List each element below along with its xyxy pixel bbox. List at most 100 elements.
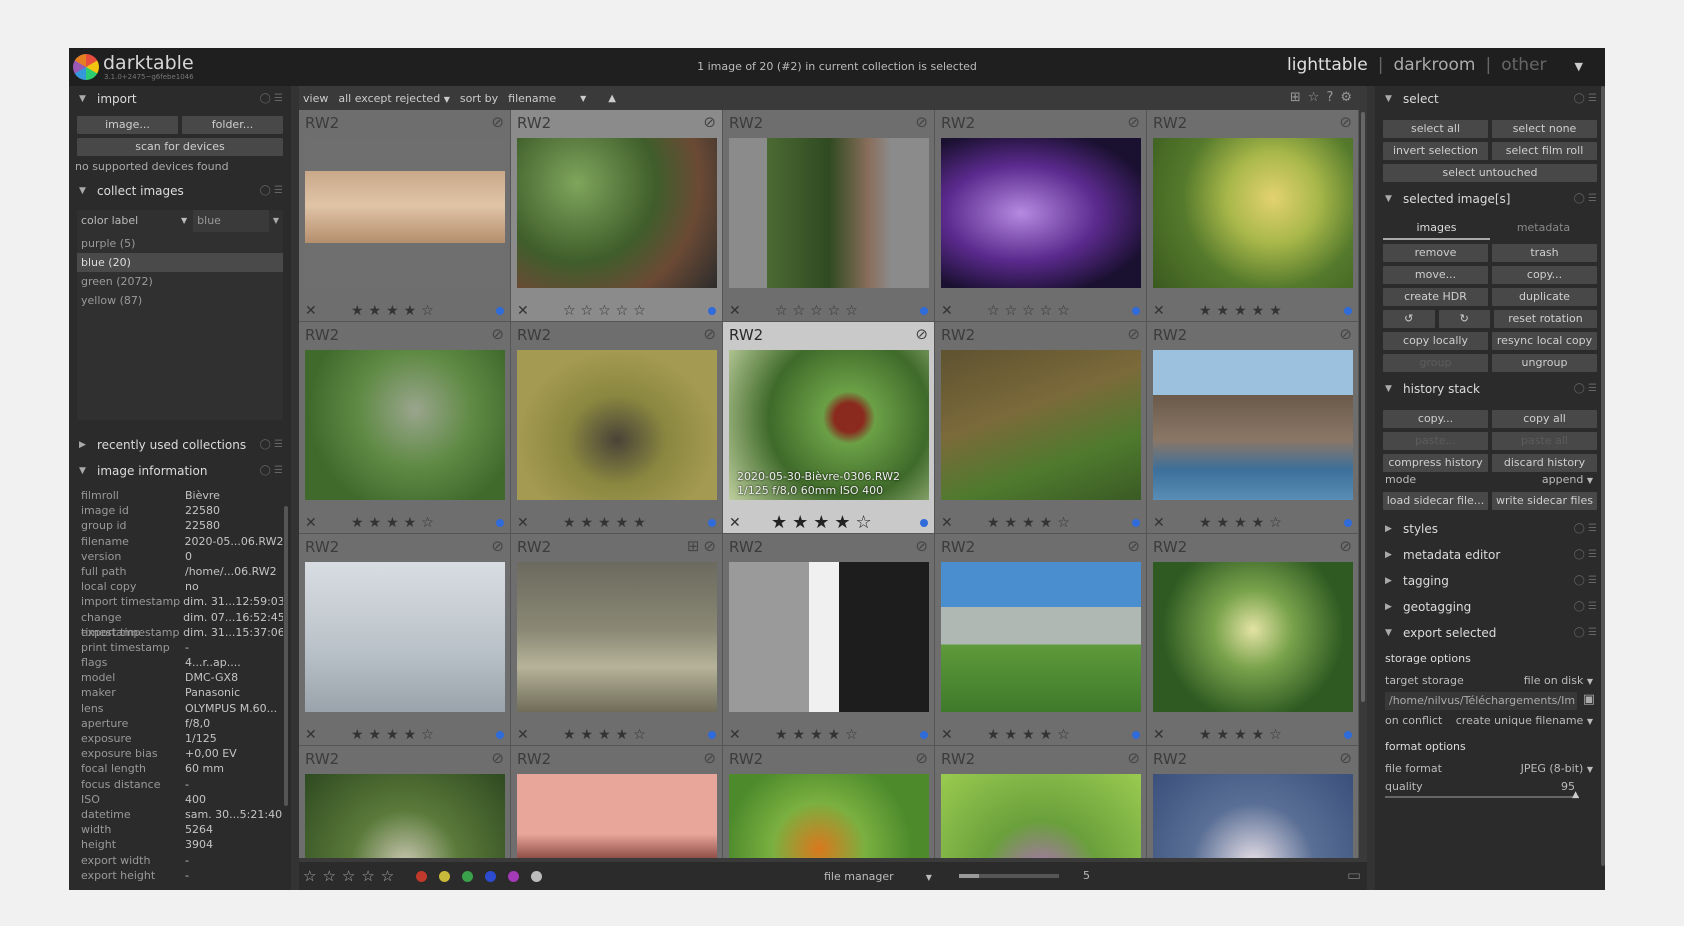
copy-locally-button[interactable]: copy locally: [1383, 332, 1488, 350]
module-options-icon[interactable]: ◯ ☰: [260, 465, 283, 476]
module-options-icon[interactable]: ◯ ☰: [1574, 523, 1597, 534]
reject-icon[interactable]: ✕: [1153, 303, 1165, 319]
module-options-icon[interactable]: ◯ ☰: [1574, 627, 1597, 638]
collect-item-green[interactable]: green (2072): [77, 272, 283, 291]
color-filter-blue[interactable]: [485, 870, 497, 882]
group-button[interactable]: group: [1383, 354, 1488, 372]
quality-row[interactable]: quality 95: [1375, 778, 1605, 796]
star-rating[interactable]: ★★★★☆: [771, 512, 877, 533]
collect-item-yellow[interactable]: yellow (87): [77, 291, 283, 310]
thumbnail[interactable]: RW2 ⊞ ⊘ ✕ ★★★★☆: [511, 534, 723, 746]
thumbnail[interactable]: RW2 ⊘ ✕ ☆☆☆☆☆: [723, 110, 935, 322]
star-rating[interactable]: ★★★★☆: [987, 515, 1075, 531]
thumbnail[interactable]: RW2 ⊘ ✕ ★★★★☆: [935, 322, 1147, 534]
export-path-input[interactable]: /home/nilvus/Téléchargements/Im: [1385, 692, 1577, 710]
recent-collections-header[interactable]: ▶ recently used collections ◯ ☰: [69, 432, 291, 458]
thumbnail[interactable]: RW2 ⊘ ✕ ★★★★★: [1147, 110, 1359, 322]
star-rating[interactable]: ★★★★☆: [351, 515, 439, 531]
module-options-icon[interactable]: ◯ ☰: [260, 93, 283, 104]
color-filter-purple[interactable]: [508, 870, 520, 882]
copy-button[interactable]: copy...: [1492, 266, 1597, 284]
reject-icon[interactable]: ✕: [729, 727, 741, 743]
module-options-icon[interactable]: ◯ ☰: [1574, 601, 1597, 612]
right-scrollbar[interactable]: [1601, 86, 1605, 866]
star-rating[interactable]: ★★★★☆: [987, 727, 1075, 743]
group-icon[interactable]: ⊘: [491, 749, 504, 767]
group-icon[interactable]: ⊘: [915, 749, 928, 767]
module-options-icon[interactable]: ◯ ☰: [1574, 383, 1597, 394]
thumbnail[interactable]: RW2 ⊘ ✕ ★★★★☆: [935, 534, 1147, 746]
quality-slider[interactable]: ▲: [1385, 790, 1579, 800]
thumbnail[interactable]: RW2 ⊘ ✕ ★★★★☆: [1147, 322, 1359, 534]
collect-property[interactable]: color label: [81, 210, 181, 232]
rotate-ccw-button[interactable]: ↺: [1383, 310, 1435, 328]
star-rating[interactable]: ☆☆☆☆☆: [563, 303, 651, 319]
remove-button[interactable]: remove: [1383, 244, 1488, 262]
target-storage-row[interactable]: target storage file on disk ▼: [1375, 672, 1605, 690]
overlay-star-icon[interactable]: ☆: [1308, 90, 1327, 105]
star-rating[interactable]: ★★★★☆: [775, 727, 863, 743]
reject-icon[interactable]: ✕: [305, 515, 317, 531]
reject-icon[interactable]: ✕: [305, 727, 317, 743]
reset-rotation-button[interactable]: reset rotation: [1494, 310, 1597, 328]
group-icon[interactable]: ⊘: [915, 537, 928, 555]
select-untouched-button[interactable]: select untouched: [1383, 164, 1597, 182]
reject-icon[interactable]: ✕: [517, 515, 529, 531]
quality-slider-handle-icon[interactable]: ▲: [1572, 790, 1579, 800]
thumbnail[interactable]: RW2⊘✕: [511, 746, 723, 858]
reject-icon[interactable]: ✕: [729, 515, 741, 531]
import-image-button[interactable]: image...: [77, 116, 178, 134]
zoom-slider[interactable]: [959, 874, 1059, 878]
view-menu-arrow-icon[interactable]: ▼: [1575, 60, 1583, 73]
invert-selection-button[interactable]: invert selection: [1383, 142, 1488, 160]
discard-history-button[interactable]: discard history: [1492, 454, 1597, 472]
star-rating[interactable]: ★★★★☆: [351, 303, 439, 319]
select-film-roll-button[interactable]: select film roll: [1492, 142, 1597, 160]
collect-item-purple[interactable]: purple (5): [77, 234, 283, 253]
move-button[interactable]: move...: [1383, 266, 1488, 284]
ungroup-button[interactable]: ungroup: [1492, 354, 1597, 372]
reject-icon[interactable]: ✕: [1153, 515, 1165, 531]
group-icon[interactable]: ⊘: [1127, 325, 1140, 343]
select-header[interactable]: ▼ select ◯ ☰: [1375, 86, 1605, 112]
thumbnail[interactable]: RW2 ⊘ ✕ ★★★★☆: [299, 322, 511, 534]
zoom-value[interactable]: 5: [1083, 869, 1090, 882]
sort-direction-icon[interactable]: ▲: [608, 93, 616, 104]
collect-images-header[interactable]: ▼ collect images ◯ ☰: [69, 178, 291, 204]
thumbnail[interactable]: RW2 ⊘ ✕ ★★★★☆ 2020-05-30-Bièvre-0306.RW2 1/12…: [723, 322, 935, 534]
reject-icon[interactable]: ✕: [1153, 727, 1165, 743]
group-icon[interactable]: ⊘: [1339, 537, 1352, 555]
star-rating[interactable]: ★★★★★: [1199, 303, 1287, 319]
on-conflict-row[interactable]: on conflict create unique filename ▼: [1375, 712, 1605, 730]
folder-browse-icon[interactable]: ▣: [1583, 692, 1595, 707]
group-icon[interactable]: ⊘: [1127, 749, 1140, 767]
preferences-gear-icon[interactable]: ⚙: [1340, 90, 1359, 105]
sort-dropdown[interactable]: filename: [508, 92, 570, 105]
thumbnail[interactable]: RW2 ⊘ ✕ ★★★★☆: [299, 110, 511, 322]
display-profile-icon[interactable]: ▭: [1347, 866, 1361, 884]
thumbnail[interactable]: RW2 ⊘ ✕ ★★★★★: [511, 322, 723, 534]
tab-images[interactable]: images: [1383, 218, 1490, 240]
reject-icon[interactable]: ✕: [941, 303, 953, 319]
star-rating[interactable]: ★★★★★: [563, 515, 651, 531]
group-icon[interactable]: ⊘: [1339, 113, 1352, 131]
thumbnail[interactable]: RW2⊘✕: [299, 746, 511, 858]
star-rating[interactable]: ☆☆☆☆☆: [987, 303, 1075, 319]
group-icon[interactable]: ⊘: [491, 325, 504, 343]
duplicate-button[interactable]: duplicate: [1492, 288, 1597, 306]
styles-header[interactable]: ▶ styles ◯ ☰: [1375, 516, 1605, 542]
group-icon[interactable]: ⊘: [703, 113, 716, 131]
group-icon[interactable]: ⊘: [1339, 325, 1352, 343]
reject-icon[interactable]: ✕: [517, 303, 529, 319]
color-filter-red[interactable]: [416, 870, 428, 882]
group-icon[interactable]: ⊘: [1127, 113, 1140, 131]
scan-devices-button[interactable]: scan for devices: [77, 138, 283, 156]
compress-history-button[interactable]: compress history: [1383, 454, 1488, 472]
thumbnail[interactable]: RW2 ⊘ ✕ ☆☆☆☆☆: [511, 110, 723, 322]
reject-icon[interactable]: ✕: [517, 727, 529, 743]
thumbnail[interactable]: RW2⊘✕: [723, 746, 935, 858]
dropdown-arrow-icon[interactable]: ▼: [273, 210, 279, 232]
star-rating[interactable]: ★★★★☆: [1199, 515, 1287, 531]
history-paste-all-button[interactable]: paste all: [1492, 432, 1597, 450]
view-filter-dropdown[interactable]: all except rejected ▼: [338, 92, 450, 105]
